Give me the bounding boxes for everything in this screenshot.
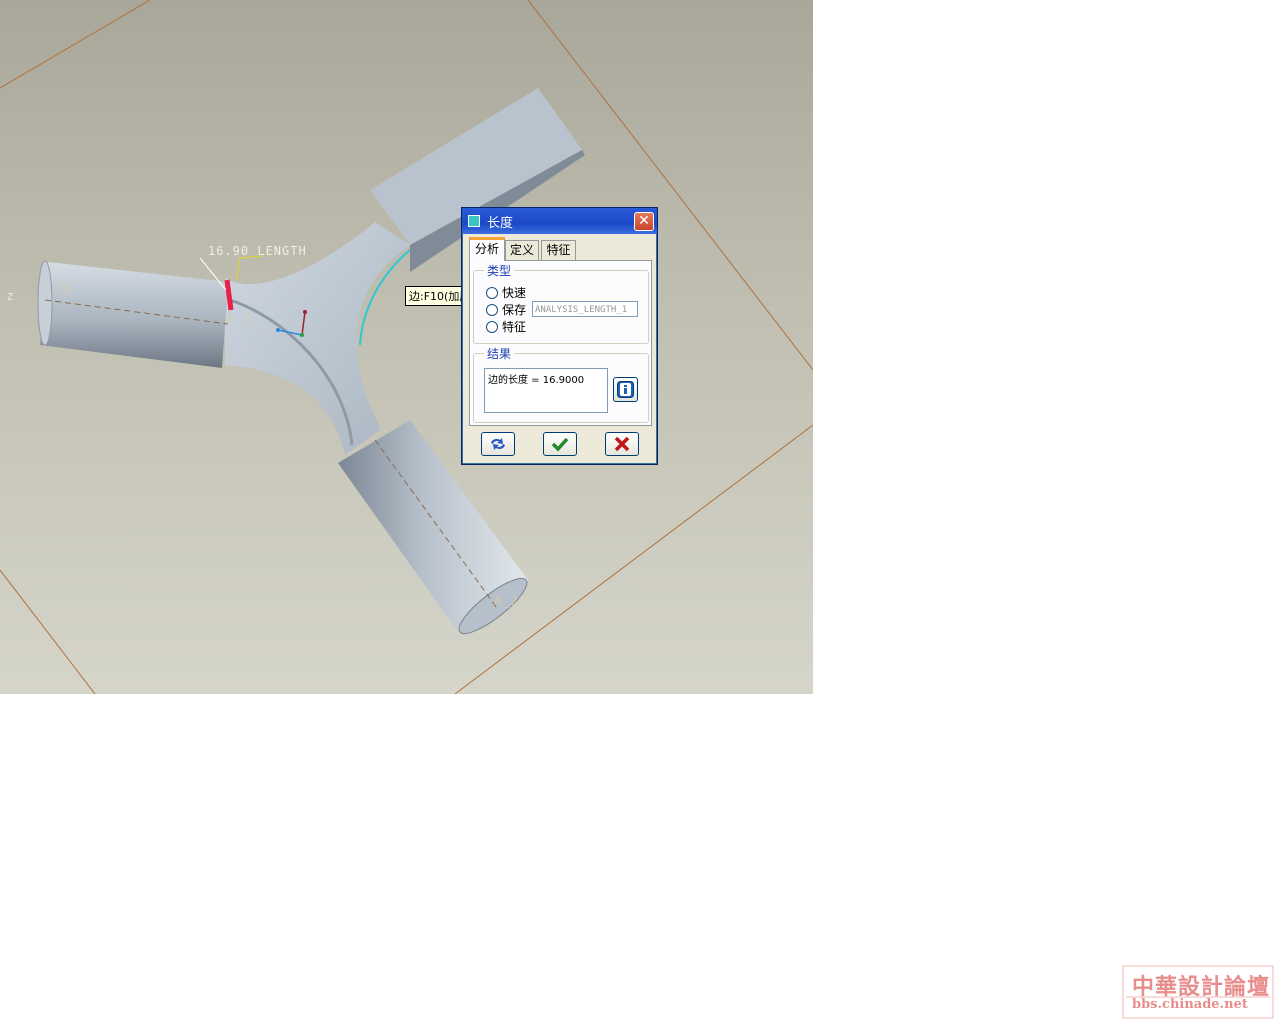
result-group: 结果 边的长度 = 16.9000 (473, 345, 649, 423)
radio-button[interactable] (486, 286, 498, 299)
model-scene[interactable] (0, 0, 813, 694)
dimension-label[interactable]: 16.90 LENGTH (208, 244, 307, 258)
radio-label: 特征 (502, 320, 527, 334)
tab-label: 分析 (474, 242, 499, 256)
result-group-title: 结果 (484, 345, 515, 362)
radio-label: 保存 (502, 303, 527, 317)
cancel-button[interactable] (605, 432, 639, 456)
csys-label-ts: TS (56, 282, 73, 296)
forum-watermark: 中華設計論壇 bbs.chinade.net (1122, 965, 1274, 1019)
radio-label: 快速 (502, 286, 527, 300)
radio-quick[interactable]: 快速 (486, 284, 526, 301)
axis-label-a1: A_1 (226, 312, 251, 326)
radio-save[interactable]: 保存 (486, 301, 526, 318)
dialog-app-icon (468, 215, 480, 227)
type-group-title: 类型 (484, 262, 515, 279)
analysis-tab-panel: 类型 快速 保存 特征 ANALYSIS_LENGTH_1 结果 边的长度 = … (469, 260, 652, 426)
dialog-title: 长度 (487, 215, 514, 231)
result-textbox[interactable]: 边的长度 = 16.9000 (484, 368, 608, 413)
dialog-titlebar[interactable]: 长度 (462, 208, 657, 234)
radio-feature[interactable]: 特征 (486, 318, 526, 335)
axis-label-a2: A_2 (494, 594, 519, 608)
tab-label: 特征 (546, 243, 571, 257)
radio-button[interactable] (486, 303, 498, 316)
tab-feature[interactable]: 特征 (541, 240, 576, 260)
radio-button[interactable] (486, 320, 498, 333)
close-icon: ✕ (638, 213, 650, 229)
axis-label-z: Z (7, 292, 15, 303)
x-icon (614, 436, 630, 452)
close-button[interactable]: ✕ (634, 212, 654, 231)
watermark-url: bbs.chinade.net (1132, 997, 1248, 1012)
refresh-icon (491, 438, 505, 450)
info-button[interactable] (613, 377, 638, 402)
tab-analysis[interactable]: 分析 (469, 237, 505, 261)
graphics-viewport[interactable]: 16.90 LENGTH A_1 A_2 TS Z (0, 0, 813, 694)
length-analysis-dialog: 长度 ✕ 分析 定义 特征 类型 快速 保存 特征 ANALYSIS_LENGT… (461, 207, 658, 465)
type-group: 类型 快速 保存 特征 ANALYSIS_LENGTH_1 (473, 262, 649, 344)
left-cylinder (40, 262, 228, 368)
tab-definition[interactable]: 定义 (505, 240, 539, 260)
check-icon (551, 437, 569, 452)
refresh-button[interactable] (481, 432, 515, 456)
tab-label: 定义 (509, 243, 534, 257)
ok-button[interactable] (543, 432, 577, 456)
info-icon (617, 381, 634, 398)
analysis-name-input[interactable]: ANALYSIS_LENGTH_1 (532, 301, 638, 317)
